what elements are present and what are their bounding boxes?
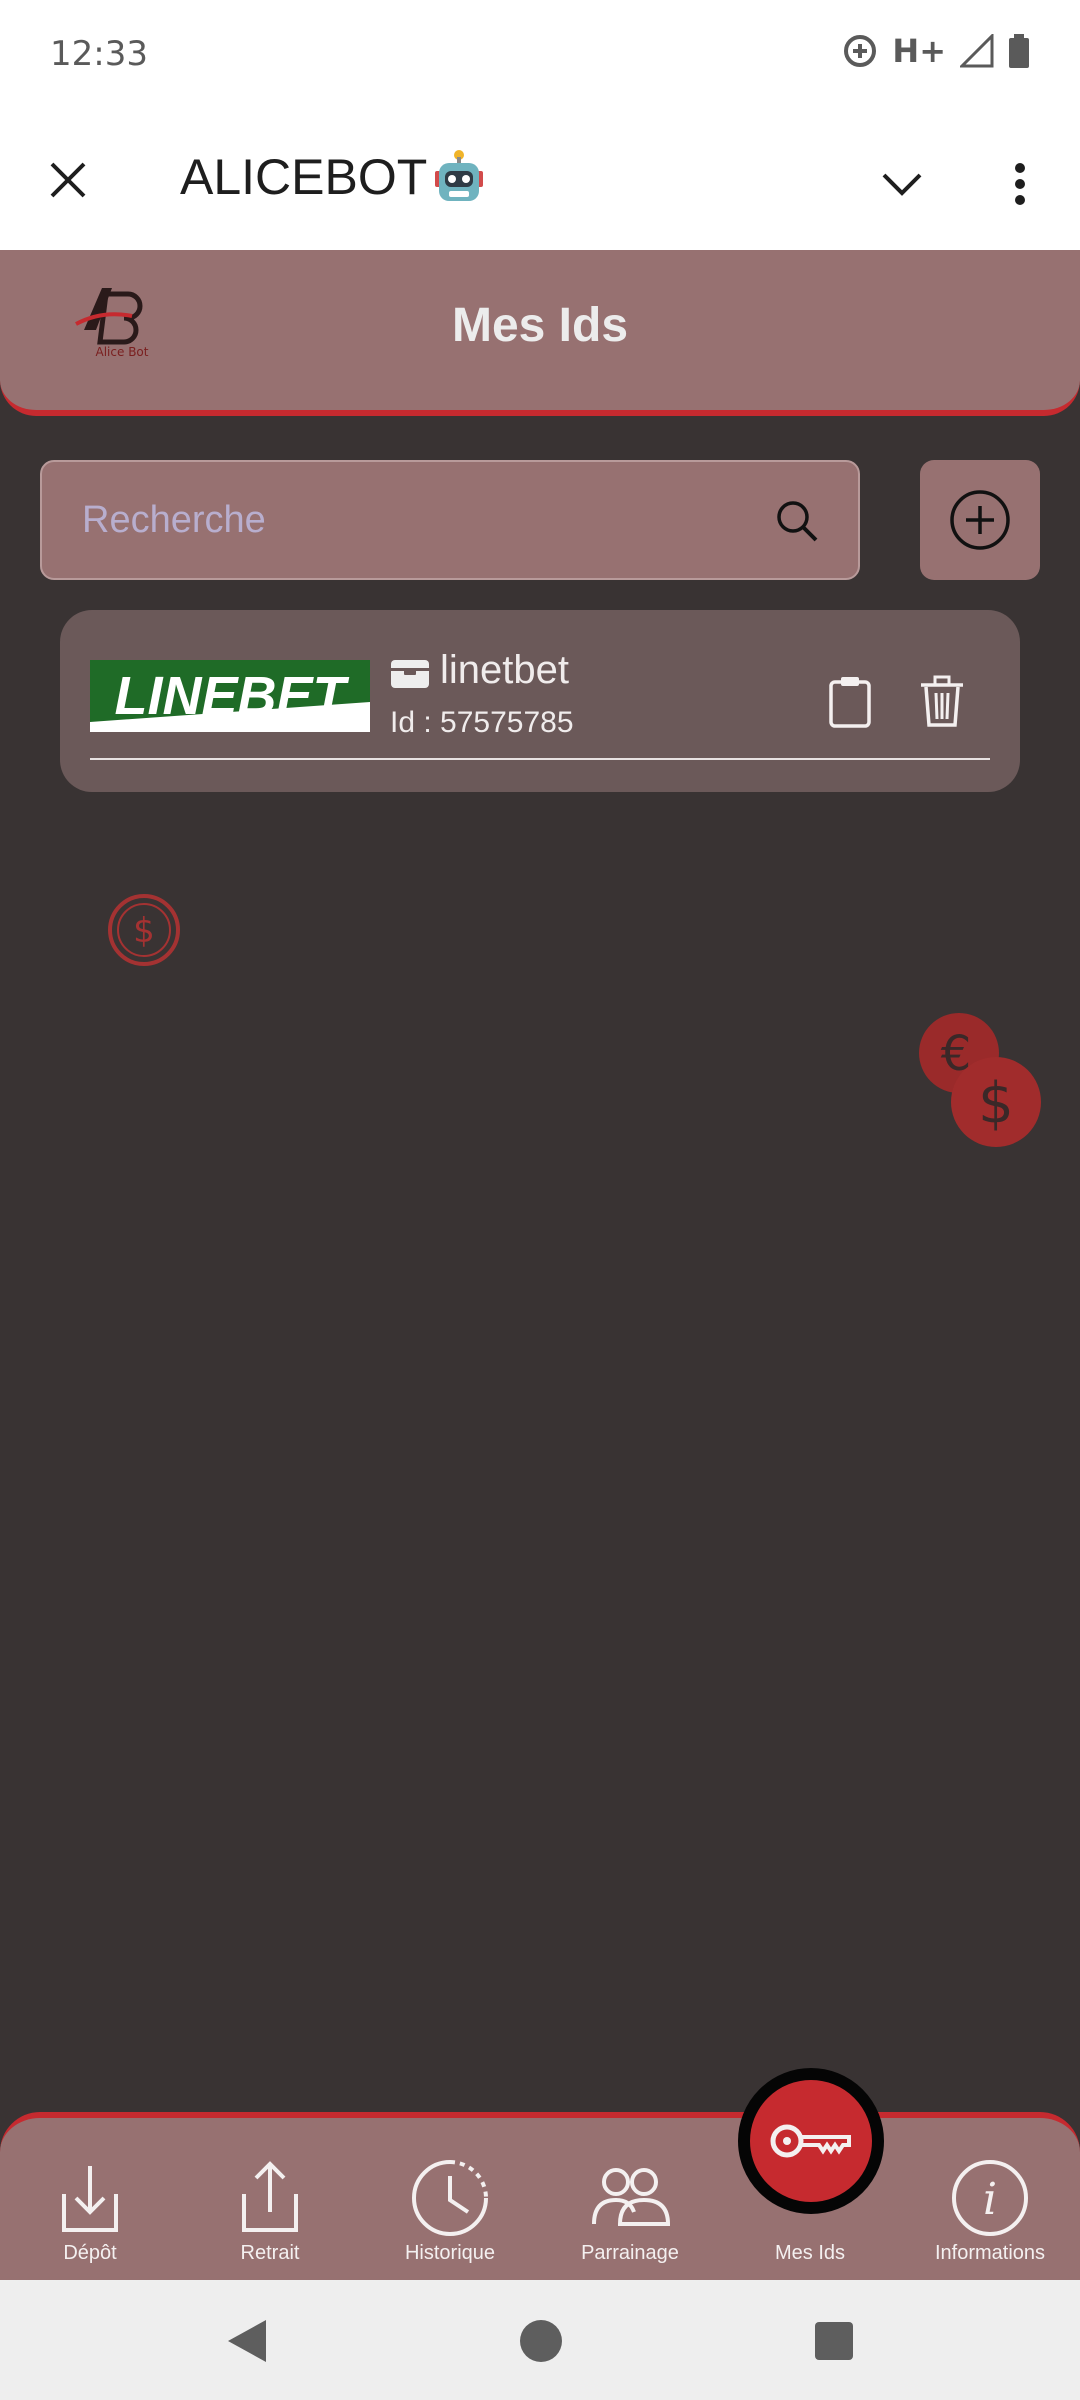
data-saver-icon [844, 35, 877, 67]
nav-label-depot: Dépôt [63, 2242, 117, 2264]
nav-label-retrait: Retrait [240, 2242, 300, 2264]
status-icons: H+ [842, 32, 1030, 70]
brand-name: LINEBET [114, 666, 349, 726]
search-box[interactable] [40, 460, 860, 580]
battery-icon [1009, 34, 1029, 68]
chevron-down-icon [882, 173, 922, 196]
clipboard-icon [829, 677, 871, 728]
system-nav-bar [0, 2280, 1080, 2400]
close-icon [50, 162, 86, 198]
copy-button[interactable] [820, 670, 880, 734]
collapse-button[interactable] [870, 152, 934, 216]
card-divider [90, 758, 990, 760]
key-icon [770, 2124, 851, 2158]
coin-decoration-icon: $ [108, 894, 180, 966]
nav-item-historique[interactable]: Historique [360, 2158, 540, 2278]
nav-item-retrait[interactable]: Retrait [180, 2158, 360, 2278]
recent-apps-icon[interactable] [815, 2322, 853, 2360]
close-button[interactable] [38, 150, 98, 210]
nav-item-parrainage[interactable]: Parrainage [540, 2158, 720, 2278]
dollar-coin-icon: $ [951, 1057, 1041, 1147]
svg-text:i: i [983, 2174, 997, 2225]
nav-item-informations[interactable]: i Informations [900, 2158, 1080, 2278]
back-icon[interactable] [224, 2318, 268, 2364]
page-header: Alice Bot Mes Ids [0, 250, 1080, 416]
svg-text:$: $ [133, 911, 155, 951]
upload-icon [242, 2161, 298, 2232]
nav-item-mes-ids[interactable] [738, 2068, 884, 2214]
nav-label-mes-ids: Mes Ids [774, 2242, 846, 2264]
network-type: H+ [892, 32, 946, 70]
more-vert-icon [1015, 163, 1025, 205]
more-options-button[interactable] [990, 152, 1050, 216]
wallet-icon [391, 660, 429, 688]
status-bar: 12:33 H+ [0, 0, 1080, 110]
signal-icon [960, 34, 994, 68]
app-title: ALICEBOT [180, 148, 487, 206]
download-icon [62, 2166, 118, 2232]
app-title-text: ALICEBOT [180, 149, 428, 205]
search-input[interactable] [82, 462, 762, 578]
delete-button[interactable] [912, 670, 972, 734]
nav-item-depot[interactable]: Dépôt [0, 2158, 180, 2278]
info-icon: i [952, 2160, 1028, 2236]
nav-label-historique: Historique [404, 2242, 496, 2264]
nav-label-informations: Informations [934, 2242, 1046, 2264]
robot-face-icon [435, 150, 484, 201]
history-icon [412, 2160, 488, 2236]
status-time: 12:33 [50, 34, 148, 74]
home-icon[interactable] [520, 2320, 562, 2362]
users-icon [592, 2168, 670, 2226]
add-id-button[interactable] [920, 460, 1040, 580]
page-title: Mes Ids [451, 299, 629, 352]
bottom-nav: Dépôt Retrait Historique Parrainage i In… [0, 2112, 1080, 2280]
id-name: linetbet [440, 648, 569, 692]
add-circle-icon [950, 490, 1010, 550]
search-icon[interactable] [772, 496, 822, 546]
brand-logo: LINEBET [90, 660, 370, 732]
nav-label-parrainage: Parrainage [581, 2242, 679, 2264]
svg-text:$: $ [978, 1071, 1014, 1136]
id-value: Id : 57575785 [390, 706, 574, 739]
id-card[interactable]: LINEBET linetbet Id : 57575785 [60, 610, 1020, 792]
trash-icon [921, 675, 963, 727]
app-bar: ALICEBOT [0, 110, 1080, 250]
